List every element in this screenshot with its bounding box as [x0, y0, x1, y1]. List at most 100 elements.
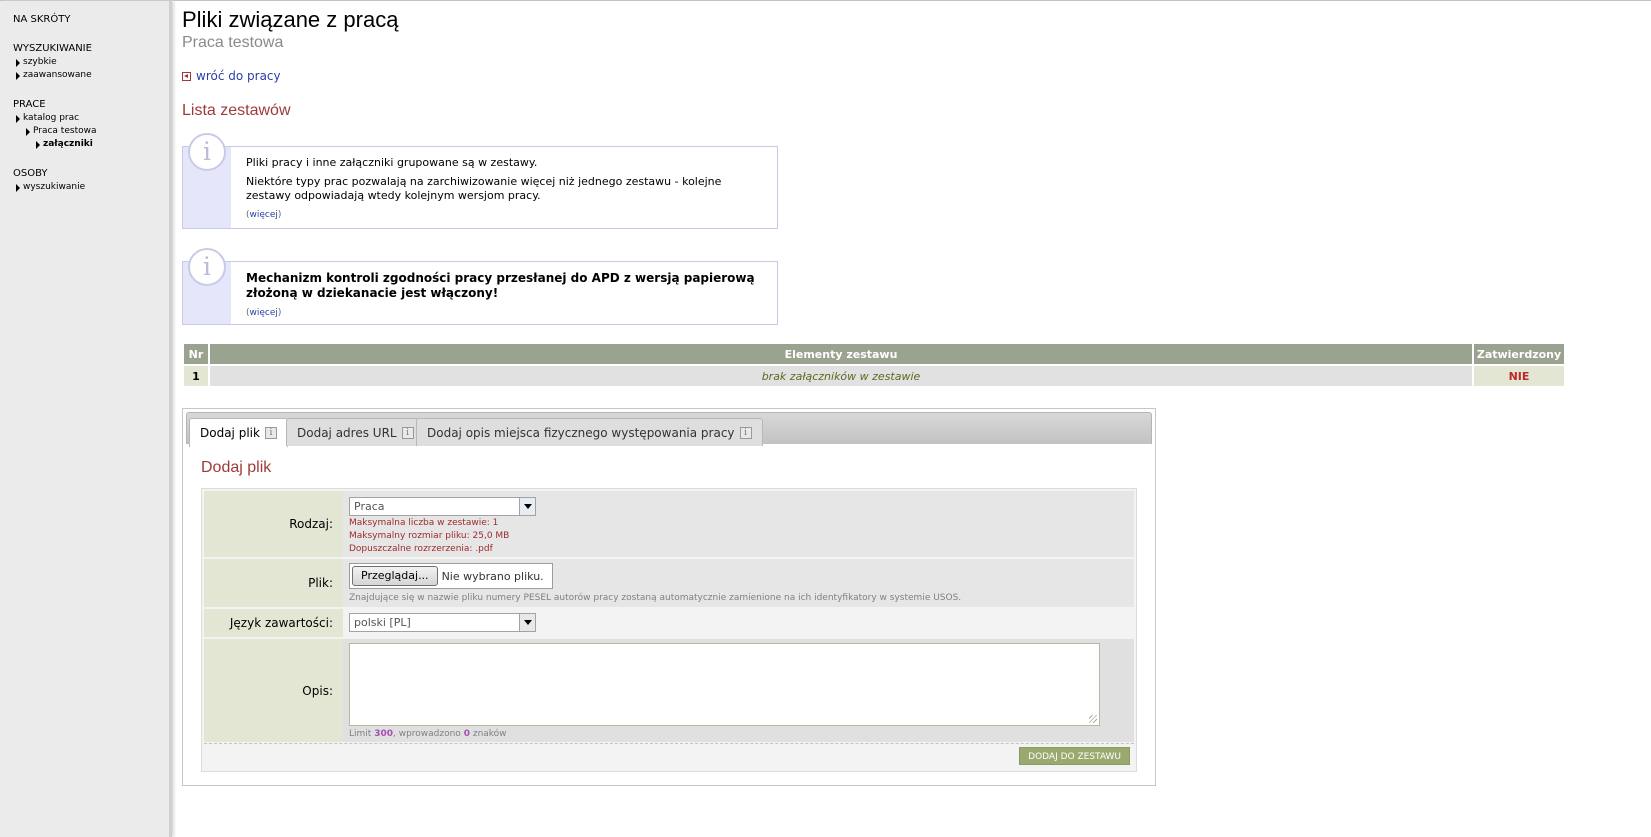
sidebar-item-label: Praca testowa: [33, 126, 97, 136]
add-to-set-button[interactable]: DODAJ DO ZESTAWU: [1019, 747, 1130, 765]
info-box-sets: i Pliki pracy i inne załączniki grupowan…: [182, 133, 778, 231]
triangle-right-icon: [26, 127, 30, 136]
page-subtitle: Praca testowa: [182, 34, 284, 51]
file-value-cell: Przeglądaj... Nie wybrano pliku. Znajduj…: [343, 559, 1134, 607]
more-link[interactable]: więcej: [250, 308, 278, 318]
sidebar-heading-search: WYSZUKIWANIE: [13, 43, 92, 54]
info-compliance-text: Mechanizm kontroli zgodności pracy przes…: [246, 271, 755, 300]
chevron-down-icon: [519, 614, 535, 631]
cell-elements: brak załączników w zestawie: [208, 364, 1474, 388]
info-icon[interactable]: i: [401, 426, 414, 439]
page-title: Pliki związane z pracą: [182, 7, 399, 32]
sidebar-section-people: OSOBY wyszukiwanie: [0, 167, 169, 194]
cell-nr: 1: [182, 364, 210, 388]
sidebar-item-label: zaawansowane: [23, 70, 92, 80]
table-header-row: Nr Elementy zestawu Zatwierdzony: [182, 342, 1566, 366]
info-icon: i: [188, 248, 226, 286]
info-icon[interactable]: i: [264, 427, 277, 439]
info-icon: i: [188, 133, 226, 171]
info-content: Pliki pracy i inne załączniki grupowane …: [246, 147, 777, 231]
column-header-elements: Elementy zestawu: [208, 342, 1474, 366]
type-hint-max-count: Maksymalna liczba w zestawie: 1: [349, 518, 499, 528]
triangle-right-icon: [16, 114, 20, 123]
file-hint: Znajdujące się w nazwie pliku numery PES…: [349, 593, 962, 603]
type-value-cell: Praca Maksymalna liczba w zestawie: 1 Ma…: [343, 491, 1134, 557]
cell-approved: NIE: [1472, 364, 1566, 388]
sidebar-item-label: szybkie: [23, 57, 57, 67]
type-label: Rodzaj:: [204, 491, 343, 557]
form-row-type: Rodzaj: Praca Maksymalna liczba w zestaw…: [204, 491, 1134, 557]
sidebar-section-search: WYSZUKIWANIE szybkie zaawansowane: [0, 42, 169, 82]
entered-prefix: , wprowadzono: [392, 729, 461, 739]
limit-prefix: Limit: [349, 729, 372, 739]
back-to-work-link[interactable]: wróć do pracy: [182, 69, 281, 83]
section-title-sets: Lista zestawów: [182, 102, 291, 119]
language-select[interactable]: polski [PL]: [349, 613, 536, 632]
sidebar-item-label: załączniki: [43, 139, 93, 149]
description-textarea[interactable]: [349, 643, 1100, 726]
form-row-file: Plik: Przeglądaj... Nie wybrano pliku. Z…: [204, 559, 1134, 607]
tab-add-url[interactable]: Dodaj adres URL i: [286, 418, 425, 446]
sidebar-item-people-search[interactable]: wyszukiwanie: [0, 181, 169, 194]
sidebar-section-works: PRACE katalog prac Praca testowa załączn…: [0, 98, 169, 151]
language-label: Język zawartości:: [204, 609, 343, 637]
sidebar-heading-people: OSOBY: [13, 168, 48, 179]
sidebar-item-test-work[interactable]: Praca testowa: [0, 125, 169, 138]
type-hints: Maksymalna liczba w zestawie: 1 Maksymal…: [349, 517, 509, 556]
sidebar-item-label: katalog prac: [23, 113, 80, 123]
tab-label: Dodaj plik: [200, 426, 260, 440]
tab-label: Dodaj opis miejsca fizycznego występowan…: [427, 425, 735, 440]
back-arrow-icon: [182, 71, 191, 81]
sidebar-item-label: wyszukiwanie: [23, 182, 86, 192]
sidebar-heading-shortcuts[interactable]: NA SKRÓTY: [0, 13, 169, 26]
form-row-language: Język zawartości: polski [PL]: [204, 609, 1134, 637]
sets-table: Nr Elementy zestawu Zatwierdzony 1 brak …: [182, 342, 1566, 388]
back-link-label: wróć do pracy: [196, 69, 281, 83]
limit-value: 300: [374, 729, 393, 739]
tab-add-file[interactable]: Dodaj plik i: [189, 418, 288, 447]
entered-value: 0: [463, 729, 470, 739]
description-limit: Limit 300, wprowadzono 0 znaków: [349, 729, 507, 739]
info-line-1: Pliki pracy i inne załączniki grupowane …: [246, 156, 538, 169]
file-status: Nie wybrano pliku.: [441, 569, 544, 583]
add-item-panel: Dodaj plik i Dodaj adres URL i Dodaj opi…: [182, 408, 1156, 786]
type-select[interactable]: Praca: [349, 497, 536, 516]
language-value-cell: polski [PL]: [343, 609, 1134, 637]
sidebar: NA SKRÓTY WYSZUKIWANIE szybkie zaawansow…: [0, 1, 172, 837]
column-header-nr: Nr: [182, 342, 210, 366]
tab-add-physical-location[interactable]: Dodaj opis miejsca fizycznego występowan…: [416, 418, 763, 446]
sidebar-heading-works: PRACE: [13, 99, 46, 110]
description-label: Opis:: [204, 639, 343, 742]
resize-grip-icon[interactable]: [1089, 715, 1097, 723]
file-input[interactable]: Przeglądaj... Nie wybrano pliku.: [349, 563, 553, 589]
table-row: 1 brak załączników w zestawie NIE: [182, 364, 1566, 388]
triangle-right-icon: [16, 58, 20, 67]
triangle-right-icon: [16, 183, 20, 192]
chevron-down-icon: [519, 498, 535, 515]
sidebar-item-quick-search[interactable]: szybkie: [0, 56, 169, 69]
column-header-approved: Zatwierdzony: [1472, 342, 1566, 366]
sidebar-item-work-catalog[interactable]: katalog prac: [0, 112, 169, 125]
type-hint-extensions: Dopuszczalne rozrzerzenia: .pdf: [349, 544, 493, 554]
form-title: Dodaj plik: [201, 459, 272, 476]
browse-button[interactable]: Przeglądaj...: [352, 566, 438, 586]
language-select-value: polski [PL]: [354, 616, 411, 629]
sidebar-item-attachments[interactable]: załączniki: [0, 138, 169, 151]
form-row-description: Opis: Limit 300, wprowadzono 0 znaków: [204, 639, 1134, 742]
info-icon[interactable]: i: [739, 426, 752, 439]
info-box-compliance: i Mechanizm kontroli zgodności pracy prz…: [182, 248, 778, 325]
type-hint-max-size: Maksymalny rozmiar pliku: 25,0 MB: [349, 531, 510, 541]
entered-suffix: znaków: [472, 729, 507, 739]
description-value-cell: Limit 300, wprowadzono 0 znaków: [343, 639, 1134, 742]
sidebar-item-advanced-search[interactable]: zaawansowane: [0, 69, 169, 82]
file-label: Plik:: [204, 559, 343, 607]
triangle-right-icon: [36, 140, 40, 149]
more-link[interactable]: więcej: [250, 210, 278, 220]
form-divider: [204, 743, 1134, 744]
type-select-value: Praca: [354, 500, 385, 513]
add-file-form: Rodzaj: Praca Maksymalna liczba w zestaw…: [201, 488, 1137, 772]
info-more: (więcej): [246, 308, 282, 318]
tab-label: Dodaj adres URL: [297, 425, 397, 440]
info-content: Mechanizm kontroli zgodności pracy przes…: [246, 262, 777, 329]
tab-bar: Dodaj plik i Dodaj adres URL i Dodaj opi…: [186, 412, 1152, 447]
